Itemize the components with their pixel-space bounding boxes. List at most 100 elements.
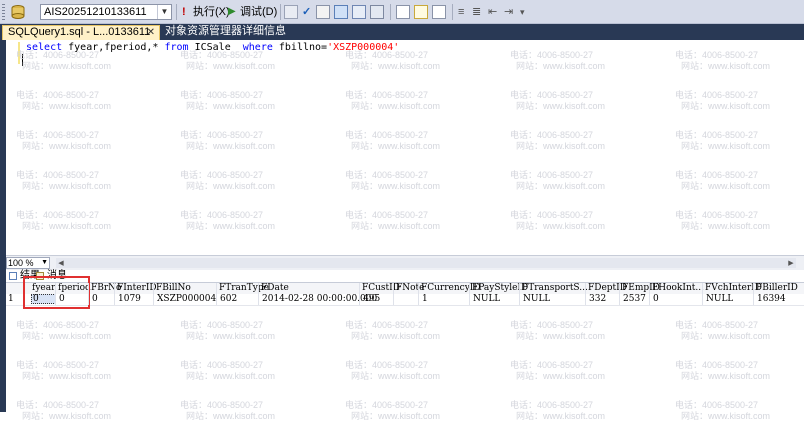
parse-check-icon[interactable]: ✓ <box>302 4 311 20</box>
watermark-site: 网站：www.kisoft.com <box>186 331 276 341</box>
horizontal-scrollbar[interactable]: ◀ ▶ <box>56 258 796 268</box>
chevron-down-icon[interactable]: ▼ <box>157 5 171 19</box>
document-tabstrip: SQLQuery1.sql - L...0133611 (sa (80))* ✕… <box>0 24 804 51</box>
query-options-icon[interactable] <box>352 5 366 19</box>
column-header[interactable]: FHookInt... <box>652 283 704 294</box>
watermark-site: 网站：www.kisoft.com <box>681 371 771 381</box>
column-header[interactable]: FTransportS... <box>522 283 588 294</box>
watermark-site: 网站：www.kisoft.com <box>186 411 276 421</box>
watermark-site: 网站：www.kisoft.com <box>516 141 606 151</box>
toolbar-separator <box>280 4 281 20</box>
column-divider[interactable] <box>55 283 56 305</box>
watermark-site: 网站：www.kisoft.com <box>351 61 441 71</box>
toolbar-separator <box>390 4 391 20</box>
decrease-indent-icon[interactable]: ⇤ <box>488 4 497 20</box>
scroll-left-icon[interactable]: ◀ <box>56 258 66 268</box>
table-cell[interactable]: NULL <box>523 294 550 305</box>
results-grid-icon[interactable] <box>432 5 446 19</box>
execute-button[interactable]: 执行(X) <box>193 4 230 20</box>
watermark-site: 网站：www.kisoft.com <box>516 411 606 421</box>
watermark-site: 网站：www.kisoft.com <box>186 141 276 151</box>
column-header[interactable]: FInterID <box>117 283 157 294</box>
watermark-site: 网站：www.kisoft.com <box>22 181 112 191</box>
column-header[interactable]: FBillerID <box>756 283 798 294</box>
column-divider[interactable] <box>393 283 394 305</box>
column-header[interactable]: FBillNo <box>156 283 191 294</box>
table-cell[interactable]: NULL <box>706 294 733 305</box>
watermark-site: 网站：www.kisoft.com <box>681 411 771 421</box>
toolbar: AIS20251210133611 ▼ ! 执行(X) ▶ 调试(D) ✓ ≡ … <box>0 0 804 24</box>
column-divider[interactable] <box>702 283 703 305</box>
watermark-site: 网站：www.kisoft.com <box>516 61 606 71</box>
column-divider[interactable] <box>153 283 154 305</box>
execute-icon[interactable]: ! <box>182 4 186 20</box>
stop-icon[interactable] <box>284 5 298 19</box>
table-cell[interactable]: 2537 <box>623 294 646 305</box>
table-cell[interactable]: 0 <box>653 294 659 305</box>
watermark-site: 网站：www.kisoft.com <box>22 221 112 231</box>
watermark-site: 网站：www.kisoft.com <box>681 181 771 191</box>
watermark-site: 网站：www.kisoft.com <box>22 141 112 151</box>
table-cell[interactable]: 332 <box>589 294 606 305</box>
close-icon[interactable]: ✕ <box>147 26 155 39</box>
column-divider[interactable] <box>585 283 586 305</box>
table-cell[interactable]: NULL <box>473 294 500 305</box>
increase-indent-icon[interactable]: ⇥ <box>504 4 513 20</box>
column-divider[interactable] <box>418 283 419 305</box>
watermark-site: 网站：www.kisoft.com <box>681 141 771 151</box>
editor-status-bar: 100 % ▼ ◀ ▶ <box>6 255 804 270</box>
toolbar-grip[interactable] <box>2 4 5 20</box>
watermark-site: 网站：www.kisoft.com <box>516 101 606 111</box>
debug-play-icon[interactable]: ▶ <box>228 4 236 20</box>
uncomment-icon[interactable]: ≣ <box>472 4 481 20</box>
toolbar-overflow-icon[interactable]: ▾ <box>520 4 525 20</box>
table-cell[interactable]: 602 <box>220 294 237 305</box>
watermark-site: 网站：www.kisoft.com <box>351 141 441 151</box>
results-to-grid-icon[interactable] <box>316 5 330 19</box>
column-header[interactable]: FCustID <box>362 283 400 294</box>
tab-object-explorer-details[interactable]: 对象资源管理器详细信息 <box>165 25 286 40</box>
zoom-value: 100 % <box>8 258 34 268</box>
display-plan-icon[interactable] <box>334 5 348 19</box>
table-cell[interactable]: 1 <box>422 294 428 305</box>
column-divider[interactable] <box>258 283 259 305</box>
watermark-site: 网站：www.kisoft.com <box>351 221 441 231</box>
scroll-right-icon[interactable]: ▶ <box>786 258 796 268</box>
table-cell[interactable]: 1079 <box>118 294 141 305</box>
chevron-down-icon[interactable]: ▼ <box>41 258 48 268</box>
intellisense-icon[interactable] <box>370 5 384 19</box>
database-select[interactable]: AIS20251210133611 ▼ <box>40 4 172 20</box>
toolbar-separator <box>176 4 177 20</box>
comment-icon[interactable]: ≡ <box>458 4 464 20</box>
column-divider[interactable] <box>619 283 620 305</box>
tab-sqlquery1[interactable]: SQLQuery1.sql - L...0133611 (sa (80))* ✕ <box>2 25 160 51</box>
column-divider[interactable] <box>753 283 754 305</box>
results-to-text-icon[interactable] <box>396 5 410 19</box>
watermark-site: 网站：www.kisoft.com <box>516 331 606 341</box>
grid-icon <box>9 272 17 280</box>
column-divider[interactable] <box>359 283 360 305</box>
watermark-site: 网站：www.kisoft.com <box>681 61 771 71</box>
zoom-select[interactable]: 100 % ▼ <box>6 257 50 269</box>
debug-button[interactable]: 调试(D) <box>240 4 277 20</box>
column-divider[interactable] <box>88 283 89 305</box>
watermark-site: 网站：www.kisoft.com <box>186 371 276 381</box>
watermark-site: 网站：www.kisoft.com <box>516 181 606 191</box>
results-grid[interactable]: 1 fyear 0 fperiod 0 FBrNo 0 FInterID 1079 FBillNo… <box>6 283 804 313</box>
watermark-site: 网站：www.kisoft.com <box>22 61 112 71</box>
table-cell[interactable]: XSZP000004 <box>157 294 216 305</box>
column-divider[interactable] <box>649 283 650 305</box>
column-divider[interactable] <box>114 283 115 305</box>
column-divider[interactable] <box>469 283 470 305</box>
column-divider[interactable] <box>519 283 520 305</box>
table-cell[interactable]: 495 <box>363 294 380 305</box>
table-cell[interactable]: 0 <box>92 294 98 305</box>
watermark-site: 网站：www.kisoft.com <box>516 371 606 381</box>
table-cell[interactable]: 16394 <box>757 294 786 305</box>
watermark-site: 网站：www.kisoft.com <box>22 331 112 341</box>
column-header[interactable]: FDate <box>261 283 289 294</box>
row-number[interactable]: 1 <box>8 294 14 305</box>
results-to-file-icon[interactable] <box>414 5 428 19</box>
column-divider[interactable] <box>216 283 217 305</box>
watermark-site: 网站：www.kisoft.com <box>516 221 606 231</box>
